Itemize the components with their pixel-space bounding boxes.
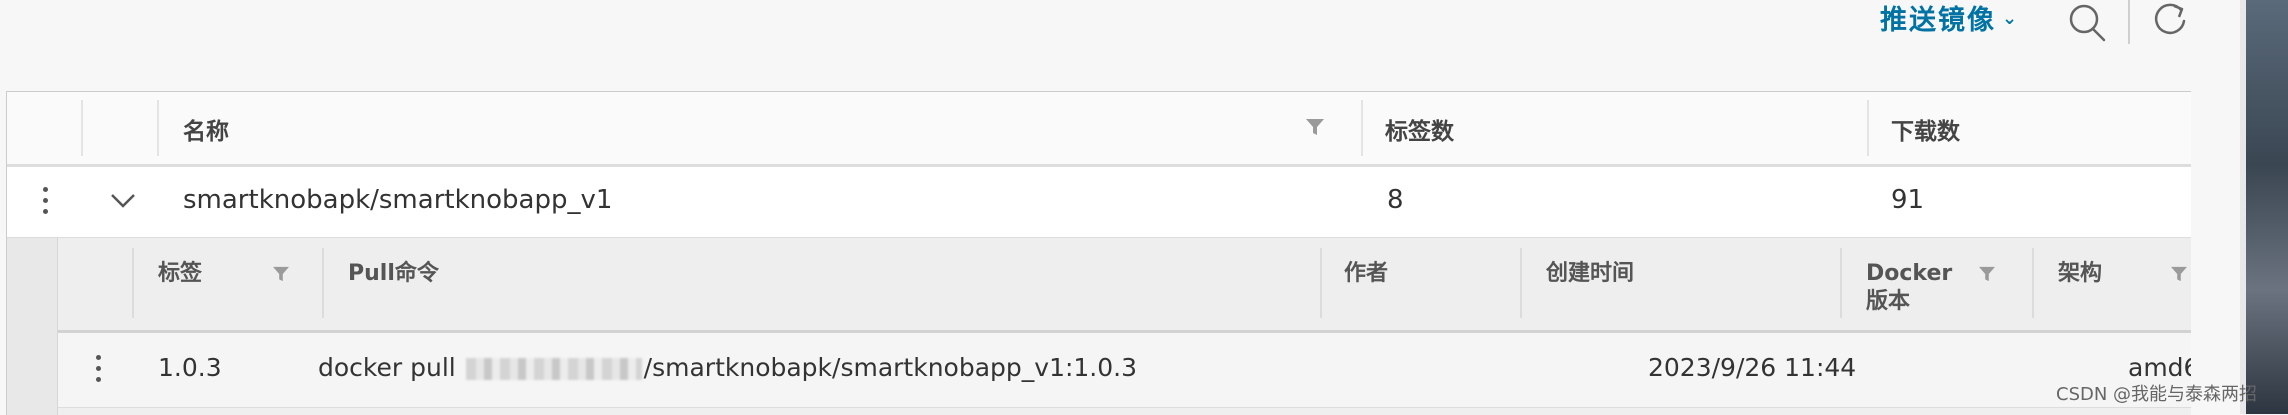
refresh-icon[interactable] [2150, 0, 2190, 40]
pull-command[interactable]: docker pull /smartknobapk/smartknobapp_v… [318, 353, 1137, 382]
column-divider [1840, 248, 1842, 318]
column-divider [2032, 248, 2034, 318]
column-header-author[interactable]: 作者 [1344, 260, 1388, 288]
docker-version-line1: Docker [1866, 261, 1953, 286]
column-divider [1320, 248, 1322, 318]
column-header-name[interactable]: 名称 [183, 112, 229, 146]
architecture-value: amd6 [2128, 353, 2191, 382]
tag-datagrid: 标签 Pull命令 作者 创建时间 Docker 版本 架构 1.0.3 doc… [57, 238, 2191, 415]
toolbar: 推送镜像 ⌄ [0, 0, 2240, 90]
column-divider [157, 100, 159, 156]
desktop-background [2240, 0, 2288, 414]
table-row[interactable]: smartknobapk/smartknobapp_v1 8 91 [7, 167, 2191, 238]
tag-value[interactable]: 1.0.3 [158, 353, 222, 382]
push-image-button[interactable]: 推送镜像 ⌄ [1880, 2, 2019, 40]
datagrid-header: 名称 标签数 下载数 [7, 92, 2191, 167]
chevron-down-icon: ⌄ [2002, 8, 2020, 29]
column-divider [81, 100, 83, 156]
search-icon[interactable] [2066, 0, 2110, 44]
docker-version-line2: 版本 [1866, 289, 1911, 314]
table-row[interactable]: 1.0.3 docker pull /smartknobapk/smartkno… [58, 333, 2191, 408]
column-header-tag[interactable]: 标签 [158, 260, 202, 288]
column-divider [1361, 100, 1363, 156]
pull-command-prefix: docker pull [318, 353, 456, 382]
column-header-tag-count[interactable]: 标签数 [1385, 112, 1454, 146]
column-header-downloads[interactable]: 下载数 [1891, 112, 1960, 146]
push-image-label: 推送镜像 [1880, 5, 1996, 36]
repository-name[interactable]: smartknobapk/smartknobapp_v1 [183, 185, 612, 215]
created-time: 2023/9/26 11:44 [1648, 353, 1857, 382]
row-detail-panel: 标签 Pull命令 作者 创建时间 Docker 版本 架构 1.0.3 doc… [7, 238, 2191, 415]
column-divider [132, 248, 134, 318]
column-divider [322, 248, 324, 318]
column-divider [1520, 248, 1522, 318]
column-divider [1867, 100, 1869, 156]
page-edge [2194, 0, 2240, 414]
kebab-icon[interactable] [39, 187, 51, 217]
column-header-docker-version[interactable]: Docker 版本 [1866, 260, 1952, 316]
download-count: 91 [1891, 185, 1925, 215]
kebab-icon[interactable] [92, 355, 104, 385]
pull-command-suffix: /smartknobapk/smartknobapp_v1:1.0.3 [643, 353, 1138, 382]
filter-icon[interactable] [1978, 266, 1996, 282]
repository-datagrid: 名称 标签数 下载数 smartknobapk/smartknobapp_v1 … [6, 91, 2191, 415]
filter-icon[interactable] [272, 266, 290, 282]
toolbar-divider [2128, 0, 2130, 44]
filter-icon[interactable] [2170, 266, 2188, 282]
column-header-pull-command[interactable]: Pull命令 [348, 260, 439, 288]
redacted-registry-host [465, 358, 642, 380]
watermark: CSDN @我能与泰森两招 [2056, 384, 2258, 405]
filter-icon[interactable] [1305, 118, 1325, 136]
tag-datagrid-header: 标签 Pull命令 作者 创建时间 Docker 版本 架构 [58, 238, 2191, 333]
column-header-created[interactable]: 创建时间 [1546, 260, 1634, 288]
tag-count: 8 [1387, 185, 1404, 215]
chevron-down-icon[interactable] [109, 191, 137, 211]
column-header-architecture[interactable]: 架构 [2058, 260, 2102, 288]
